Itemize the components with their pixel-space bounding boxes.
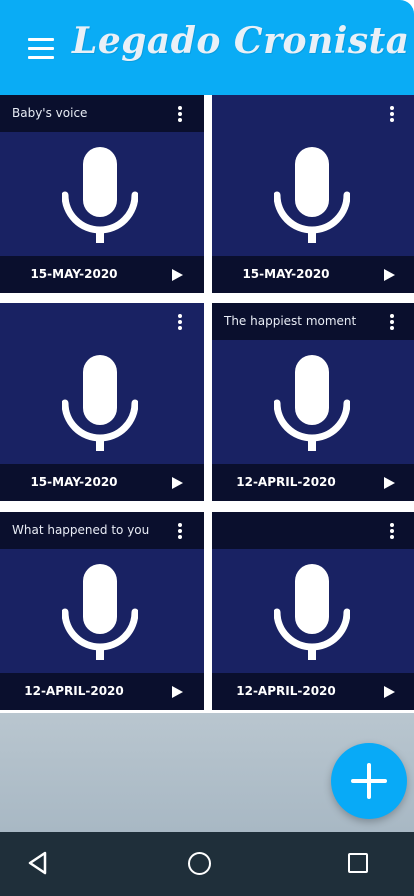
- recording-title: What happened to you: [12, 523, 150, 537]
- recents-icon[interactable]: [348, 853, 368, 873]
- recording-card[interactable]: What happened to you 12-APRIL-2020: [0, 512, 204, 710]
- app-bar: Legado Cronista: [0, 0, 414, 95]
- more-vert-icon[interactable]: [390, 523, 394, 539]
- card-header: [212, 512, 414, 549]
- recording-date: 12-APRIL-2020: [236, 475, 336, 489]
- more-vert-icon[interactable]: [390, 314, 394, 330]
- card-footer: 12-APRIL-2020: [0, 673, 204, 710]
- microphone-icon: [62, 147, 138, 243]
- recording-card[interactable]: The happiest moment 12-APRIL-2020: [212, 303, 414, 501]
- recording-title: The happiest moment: [224, 314, 357, 328]
- more-vert-icon[interactable]: [390, 106, 394, 122]
- home-icon[interactable]: [188, 852, 211, 875]
- recording-title: Baby's voice: [12, 106, 88, 120]
- system-nav-bar: [0, 832, 414, 896]
- card-header: [212, 95, 414, 132]
- recording-card[interactable]: Baby's voice 15-MAY-2020: [0, 95, 204, 293]
- microphone-icon: [274, 147, 350, 243]
- card-header: What happened to you: [0, 512, 204, 549]
- more-vert-icon[interactable]: [178, 314, 182, 330]
- play-icon[interactable]: [172, 477, 183, 489]
- recording-card[interactable]: 12-APRIL-2020: [212, 512, 414, 710]
- back-icon[interactable]: [25, 850, 51, 876]
- microphone-icon: [274, 564, 350, 660]
- card-footer: 12-APRIL-2020: [212, 464, 414, 501]
- recordings-grid: Baby's voice 15-MAY-2020 15-MAY-2020 15-…: [0, 95, 414, 713]
- play-icon[interactable]: [172, 686, 183, 698]
- microphone-icon: [274, 355, 350, 451]
- card-footer: 12-APRIL-2020: [212, 673, 414, 710]
- microphone-icon: [62, 355, 138, 451]
- recording-date: 12-APRIL-2020: [24, 684, 124, 698]
- play-icon[interactable]: [172, 269, 183, 281]
- recording-date: 15-MAY-2020: [30, 475, 118, 489]
- recording-card[interactable]: 15-MAY-2020: [212, 95, 414, 293]
- menu-icon[interactable]: [28, 38, 54, 60]
- more-vert-icon[interactable]: [178, 523, 182, 539]
- card-footer: 15-MAY-2020: [0, 464, 204, 501]
- recording-date: 15-MAY-2020: [30, 267, 118, 281]
- microphone-icon: [62, 564, 138, 660]
- more-vert-icon[interactable]: [178, 106, 182, 122]
- card-header: [0, 303, 204, 340]
- card-header: The happiest moment: [212, 303, 414, 340]
- card-footer: 15-MAY-2020: [212, 256, 414, 293]
- recording-date: 15-MAY-2020: [242, 267, 330, 281]
- card-footer: 15-MAY-2020: [0, 256, 204, 293]
- add-recording-button[interactable]: [331, 743, 407, 819]
- card-header: Baby's voice: [0, 95, 204, 132]
- play-icon[interactable]: [384, 686, 395, 698]
- recording-card[interactable]: 15-MAY-2020: [0, 303, 204, 501]
- recording-date: 12-APRIL-2020: [236, 684, 336, 698]
- play-icon[interactable]: [384, 477, 395, 489]
- app-title: Legado Cronista: [72, 20, 410, 62]
- play-icon[interactable]: [384, 269, 395, 281]
